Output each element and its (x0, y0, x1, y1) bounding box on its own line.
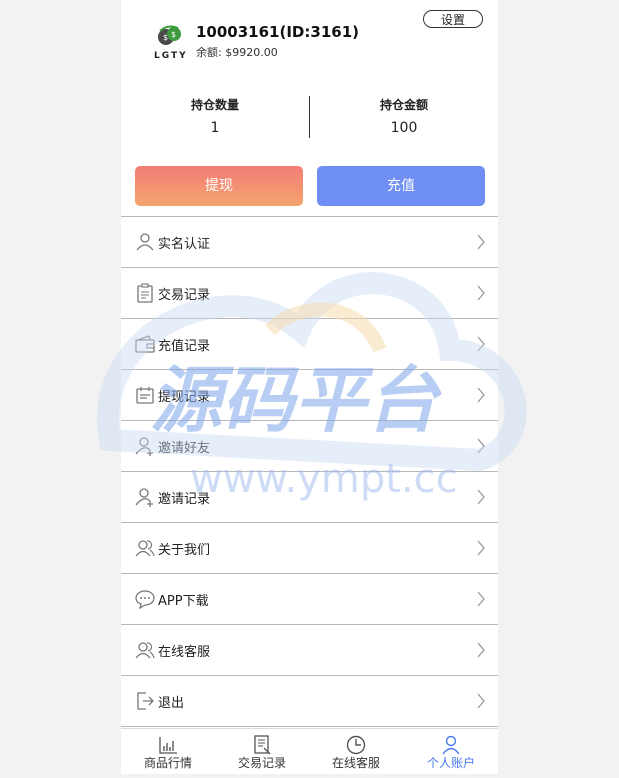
account-menu: 实名认证 交易记录 充值记录 提现记录 邀请好友 邀请记录 关于我们 APP下载… (121, 216, 498, 727)
menu-item-label: 交易记录 (158, 288, 211, 303)
menu-item-label: 退出 (158, 696, 185, 711)
profile-header: $ $ LGTY 10003161(ID:3161) 余额: $9920.00 … (121, 0, 498, 86)
menu-item-label: 关于我们 (158, 543, 211, 558)
document-icon (252, 735, 272, 755)
clipboard-icon (135, 283, 155, 303)
wallet-icon (135, 334, 155, 354)
menu-item-about-us[interactable]: 关于我们 (121, 522, 498, 573)
chevron-right-icon (476, 336, 486, 352)
tab-personal-account[interactable]: 个人账户 (404, 729, 498, 774)
settings-button[interactable]: 设置 (423, 10, 483, 28)
holdings-amount: 持仓金额 100 (310, 92, 498, 136)
calendar-icon (135, 385, 155, 405)
username: 10003161(ID:3161) (196, 23, 359, 41)
holdings-count: 持仓数量 1 (121, 92, 309, 136)
users-icon (135, 640, 155, 660)
user-add-icon (135, 436, 155, 456)
user-icon (135, 232, 155, 252)
menu-item-label: 邀请好友 (158, 441, 211, 456)
menu-item-label: APP下载 (158, 594, 209, 609)
bottom-tab-bar: 商品行情 交易记录 在线客服 个人账户 (121, 728, 498, 774)
menu-item-app-download[interactable]: APP下载 (121, 573, 498, 624)
chevron-right-icon (476, 642, 486, 658)
tab-label: 交易记录 (237, 756, 286, 770)
clock-icon (346, 735, 366, 755)
chevron-right-icon (476, 387, 486, 403)
withdraw-button[interactable]: 提现 (135, 166, 303, 206)
menu-item-recharge-records[interactable]: 充值记录 (121, 318, 498, 369)
tab-online-support[interactable]: 在线客服 (309, 729, 403, 774)
holdings-stats: 持仓数量 1 持仓金额 100 (121, 92, 498, 140)
menu-item-verification[interactable]: 实名认证 (121, 216, 498, 267)
tab-label: 个人账户 (426, 756, 475, 770)
menu-item-label: 提现记录 (158, 390, 211, 405)
svg-text:$: $ (163, 33, 168, 42)
tab-label: 在线客服 (331, 756, 380, 770)
users-icon (135, 538, 155, 558)
balance: 余额: $9920.00 (196, 46, 278, 59)
menu-item-invite-friends[interactable]: 邀请好友 (121, 420, 498, 471)
chevron-right-icon (476, 540, 486, 556)
chevron-right-icon (476, 285, 486, 301)
menu-item-withdraw-records[interactable]: 提现记录 (121, 369, 498, 420)
menu-item-label: 在线客服 (158, 645, 211, 660)
tab-trade-records[interactable]: 交易记录 (215, 729, 309, 774)
holdings-count-value: 1 (210, 120, 220, 136)
chevron-right-icon (476, 234, 486, 250)
tab-market[interactable]: 商品行情 (121, 729, 215, 774)
menu-item-label: 邀请记录 (158, 492, 211, 507)
svg-text:$: $ (171, 30, 176, 39)
holdings-amount-value: 100 (390, 120, 418, 136)
brand-logo-text: LGTY (154, 51, 188, 61)
menu-item-label: 充值记录 (158, 339, 211, 354)
recharge-button[interactable]: 充值 (317, 166, 485, 206)
holdings-amount-label: 持仓金额 (379, 98, 428, 112)
menu-item-logout[interactable]: 退出 (121, 675, 498, 727)
person-icon (441, 735, 461, 755)
logout-icon (135, 691, 155, 711)
tab-label: 商品行情 (143, 756, 192, 770)
user-add-icon (135, 487, 155, 507)
holdings-count-label: 持仓数量 (190, 98, 239, 112)
chart-icon (158, 735, 178, 755)
menu-item-online-support[interactable]: 在线客服 (121, 624, 498, 675)
chat-icon (135, 589, 155, 609)
menu-item-trade-records[interactable]: 交易记录 (121, 267, 498, 318)
chevron-right-icon (476, 591, 486, 607)
chevron-right-icon (476, 489, 486, 505)
menu-item-label: 实名认证 (158, 237, 211, 252)
chevron-right-icon (476, 693, 486, 709)
chevron-right-icon (476, 438, 486, 454)
menu-item-invite-records[interactable]: 邀请记录 (121, 471, 498, 522)
account-page: $ $ LGTY 10003161(ID:3161) 余额: $9920.00 … (121, 0, 498, 774)
